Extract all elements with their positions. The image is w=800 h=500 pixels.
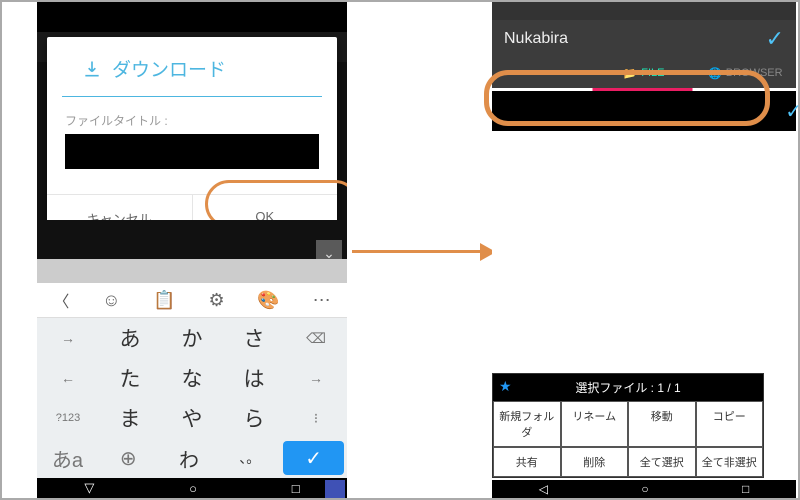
file-title-input[interactable]	[65, 134, 319, 169]
nav-recent-icon[interactable]: □	[292, 481, 300, 496]
confirm-check-icon[interactable]: ✓	[766, 26, 784, 52]
context-menu: ★ 選択ファイル : 1 / 1 新規フォルダ リネーム 移動 コピー 共有 削…	[492, 373, 764, 478]
android-navbar-right: ◁ ○ □	[492, 480, 796, 498]
kb-key[interactable]: →	[285, 358, 347, 398]
kb-key[interactable]: か	[161, 318, 223, 358]
menu-header: ★ 選択ファイル : 1 / 1	[493, 374, 763, 401]
kb-key[interactable]: は	[223, 358, 285, 398]
menu-deselect-all[interactable]: 全て非選択	[696, 447, 764, 477]
item-selected-check-icon: ✓	[785, 99, 800, 124]
app-title: Nukabira	[504, 30, 568, 48]
kb-key[interactable]: た	[99, 358, 161, 398]
kb-mode-switch[interactable]: あa	[37, 438, 98, 478]
nav-home-icon[interactable]: ○	[189, 481, 197, 496]
globe-icon: 🌐	[708, 67, 722, 80]
kb-enter[interactable]: ✓	[283, 441, 344, 475]
ui-stub	[37, 259, 347, 285]
nav-recent-icon[interactable]: □	[742, 482, 749, 496]
kb-key[interactable]: や	[161, 398, 223, 438]
tab-browser-label: BROWSER	[726, 67, 783, 79]
folder-icon: 📂	[624, 67, 638, 80]
kb-key[interactable]: な	[161, 358, 223, 398]
kb-key[interactable]: ま	[99, 398, 161, 438]
menu-rename[interactable]: リネーム	[561, 401, 629, 447]
menu-delete[interactable]: 削除	[561, 447, 629, 477]
clipboard-icon[interactable]: 📋	[153, 290, 175, 311]
keyboard-toolbar: 〈 ☺ 📋 ⚙ 🎨 ⋯	[37, 283, 347, 318]
status-bar	[37, 2, 347, 32]
keyboard: 〈 ☺ 📋 ⚙ 🎨 ⋯ → あ か さ ⌫ ← た な	[37, 283, 347, 478]
kb-key[interactable]: ら	[223, 398, 285, 438]
kb-key[interactable]: あ	[99, 318, 161, 358]
kb-row-2: ← た な は →	[37, 358, 347, 398]
kb-row-4: あa ⊕ わ 、。 ✓	[37, 438, 347, 478]
nav-home-icon[interactable]: ○	[641, 482, 648, 496]
flow-arrow-icon	[352, 250, 482, 253]
menu-copy[interactable]: コピー	[696, 401, 764, 447]
app-header: Nukabira ✓	[492, 20, 796, 58]
menu-select-all[interactable]: 全て選択	[628, 447, 696, 477]
menu-header-text: 選択ファイル : 1 / 1	[575, 381, 680, 395]
kb-collapse-icon[interactable]: 〈	[53, 288, 69, 312]
kb-backspace[interactable]: ⌫	[285, 318, 347, 358]
settings-icon[interactable]: ⚙	[209, 290, 225, 311]
tab-file-label: FILE	[641, 67, 664, 79]
download-icon	[82, 59, 102, 79]
android-navbar: ▽ ○ □	[37, 478, 347, 498]
kb-symbols[interactable]: ?123	[37, 398, 99, 438]
kb-key[interactable]: →	[37, 318, 99, 358]
nav-back-icon[interactable]: ▽	[84, 480, 94, 496]
kb-key[interactable]: ←	[37, 358, 99, 398]
download-dialog: ダウンロード ファイルタイトル : キャンセル OK	[47, 37, 337, 242]
kb-key[interactable]: 、。	[219, 438, 280, 478]
kb-key[interactable]: ⁝	[285, 398, 347, 438]
kb-row-1: → あ か さ ⌫	[37, 318, 347, 358]
palette-icon[interactable]: 🎨	[257, 290, 279, 311]
left-phone-screen: ダウンロード ファイルタイトル : キャンセル OK ⌄ 〈 ☺ 📋 ⚙ 🎨 ⋯	[37, 2, 347, 498]
kb-key[interactable]: わ	[159, 438, 220, 478]
tab-browser[interactable]: 🌐 BROWSER	[695, 67, 796, 80]
ime-badge-icon[interactable]	[325, 480, 345, 498]
more-icon[interactable]: ⋯	[313, 290, 331, 311]
kb-row-3: ?123 ま や ら ⁝	[37, 398, 347, 438]
dialog-title: ダウンロード	[112, 55, 226, 82]
kb-emoji[interactable]: ⊕	[98, 438, 159, 478]
star-icon[interactable]: ★	[499, 378, 512, 395]
kb-key[interactable]: さ	[223, 318, 285, 358]
status-bar	[492, 2, 796, 20]
menu-move[interactable]: 移動	[628, 401, 696, 447]
dialog-title-row: ダウンロード	[62, 37, 322, 97]
tab-file[interactable]: 📂 FILE	[593, 67, 694, 80]
nav-back-icon[interactable]: ◁	[539, 482, 548, 496]
sticker-icon[interactable]: ☺	[102, 290, 120, 311]
menu-share[interactable]: 共有	[493, 447, 561, 477]
tab-bar: 📂 FILE 🌐 BROWSER	[492, 58, 796, 88]
menu-new-folder[interactable]: 新規フォルダ	[493, 401, 561, 447]
file-list-item[interactable]: ✓	[492, 91, 796, 131]
file-title-label: ファイルタイトル :	[65, 112, 319, 129]
